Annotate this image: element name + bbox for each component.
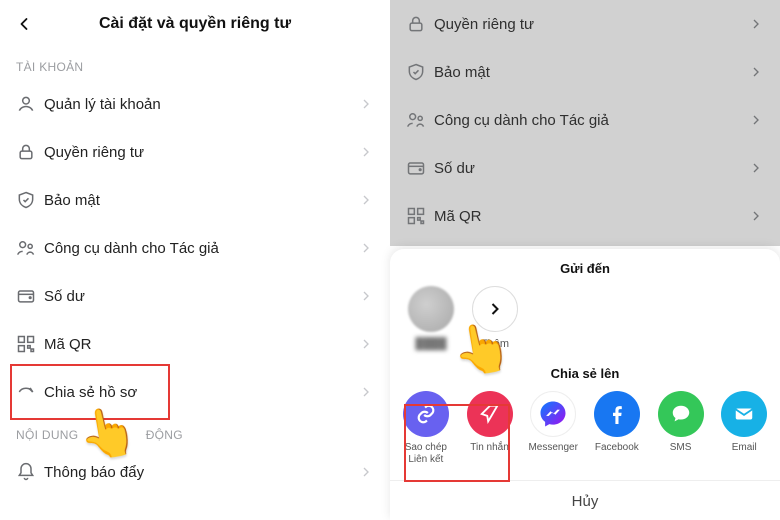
pointing-hand-icon: 👆: [448, 321, 515, 379]
facebook-icon: [594, 391, 640, 437]
envelope-icon: [721, 391, 767, 437]
chevron-right-icon: [358, 288, 374, 304]
pointing-hand-icon: 👆: [74, 405, 141, 463]
avatar: [408, 286, 454, 332]
header: Cài đặt và quyền riêng tư: [0, 0, 390, 48]
share-sheet-screen: Quyền riêng tư Bảo mật Công cụ dành cho …: [390, 0, 780, 520]
row-label: Thông báo đẩy: [44, 464, 358, 481]
row-security[interactable]: Bảo mật: [0, 176, 390, 224]
share-email[interactable]: Email: [718, 391, 770, 466]
chevron-right-icon: [358, 464, 374, 480]
share-facebook[interactable]: Facebook: [591, 391, 643, 466]
settings-screen: Cài đặt và quyền riêng tư TÀI KHOẢN Quản…: [0, 0, 390, 520]
send-to-title: Gửi đến: [390, 261, 780, 276]
annotation-highlight-box: [404, 404, 510, 482]
chevron-right-icon: [358, 384, 374, 400]
row-balance[interactable]: Số dư: [0, 272, 390, 320]
row-manage-account[interactable]: Quản lý tài khoản: [0, 80, 390, 128]
row-push-notifications[interactable]: Thông báo đẩy: [0, 448, 390, 496]
section-activity-suffix: ĐỘNG: [146, 428, 183, 442]
chevron-right-icon: [358, 192, 374, 208]
row-label: Mã QR: [44, 336, 358, 353]
row-label: Bảo mật: [44, 192, 358, 209]
shield-icon: [16, 190, 44, 210]
row-qr[interactable]: Mã QR: [0, 320, 390, 368]
page-title: Cài đặt và quyền riêng tư: [99, 15, 291, 33]
share-messenger[interactable]: Messenger: [527, 391, 579, 466]
lock-icon: [16, 142, 44, 162]
creator-icon: [16, 238, 44, 258]
row-label: Số dư: [44, 288, 358, 305]
row-creator-tools[interactable]: Công cụ dành cho Tác giả: [0, 224, 390, 272]
share-label: Facebook: [595, 442, 639, 454]
user-icon: [16, 94, 44, 114]
modal-backdrop[interactable]: [390, 0, 780, 246]
share-label: Email: [732, 442, 757, 454]
share-sms[interactable]: SMS: [655, 391, 707, 466]
share-to-title: Chia sẻ lên: [390, 366, 780, 381]
contact-item[interactable]: ████: [408, 286, 454, 350]
cancel-button[interactable]: Hủy: [390, 480, 780, 520]
messenger-icon: [530, 391, 576, 437]
back-icon[interactable]: [14, 14, 34, 34]
bell-icon: [16, 462, 44, 482]
row-privacy[interactable]: Quyền riêng tư: [0, 128, 390, 176]
chevron-right-icon: [358, 240, 374, 256]
chevron-right-icon: [358, 336, 374, 352]
row-label: Quản lý tài khoản: [44, 96, 358, 113]
chevron-right-icon: [358, 144, 374, 160]
section-account: TÀI KHOẢN: [0, 48, 390, 80]
section-content-activity: NỘI DUNG ĐỘNG: [0, 416, 390, 448]
qr-icon: [16, 334, 44, 354]
section-content-label: NỘI DUNG: [16, 428, 78, 442]
chat-bubble-icon: [658, 391, 704, 437]
contact-name: ████: [408, 338, 454, 350]
share-label: SMS: [670, 442, 692, 454]
send-to-row: ████ Thêm: [390, 286, 780, 360]
row-label: Quyền riêng tư: [44, 144, 358, 161]
row-label: Công cụ dành cho Tác giả: [44, 240, 358, 257]
chevron-right-icon: [358, 96, 374, 112]
share-label: Messenger: [528, 442, 577, 454]
wallet-icon: [16, 286, 44, 306]
